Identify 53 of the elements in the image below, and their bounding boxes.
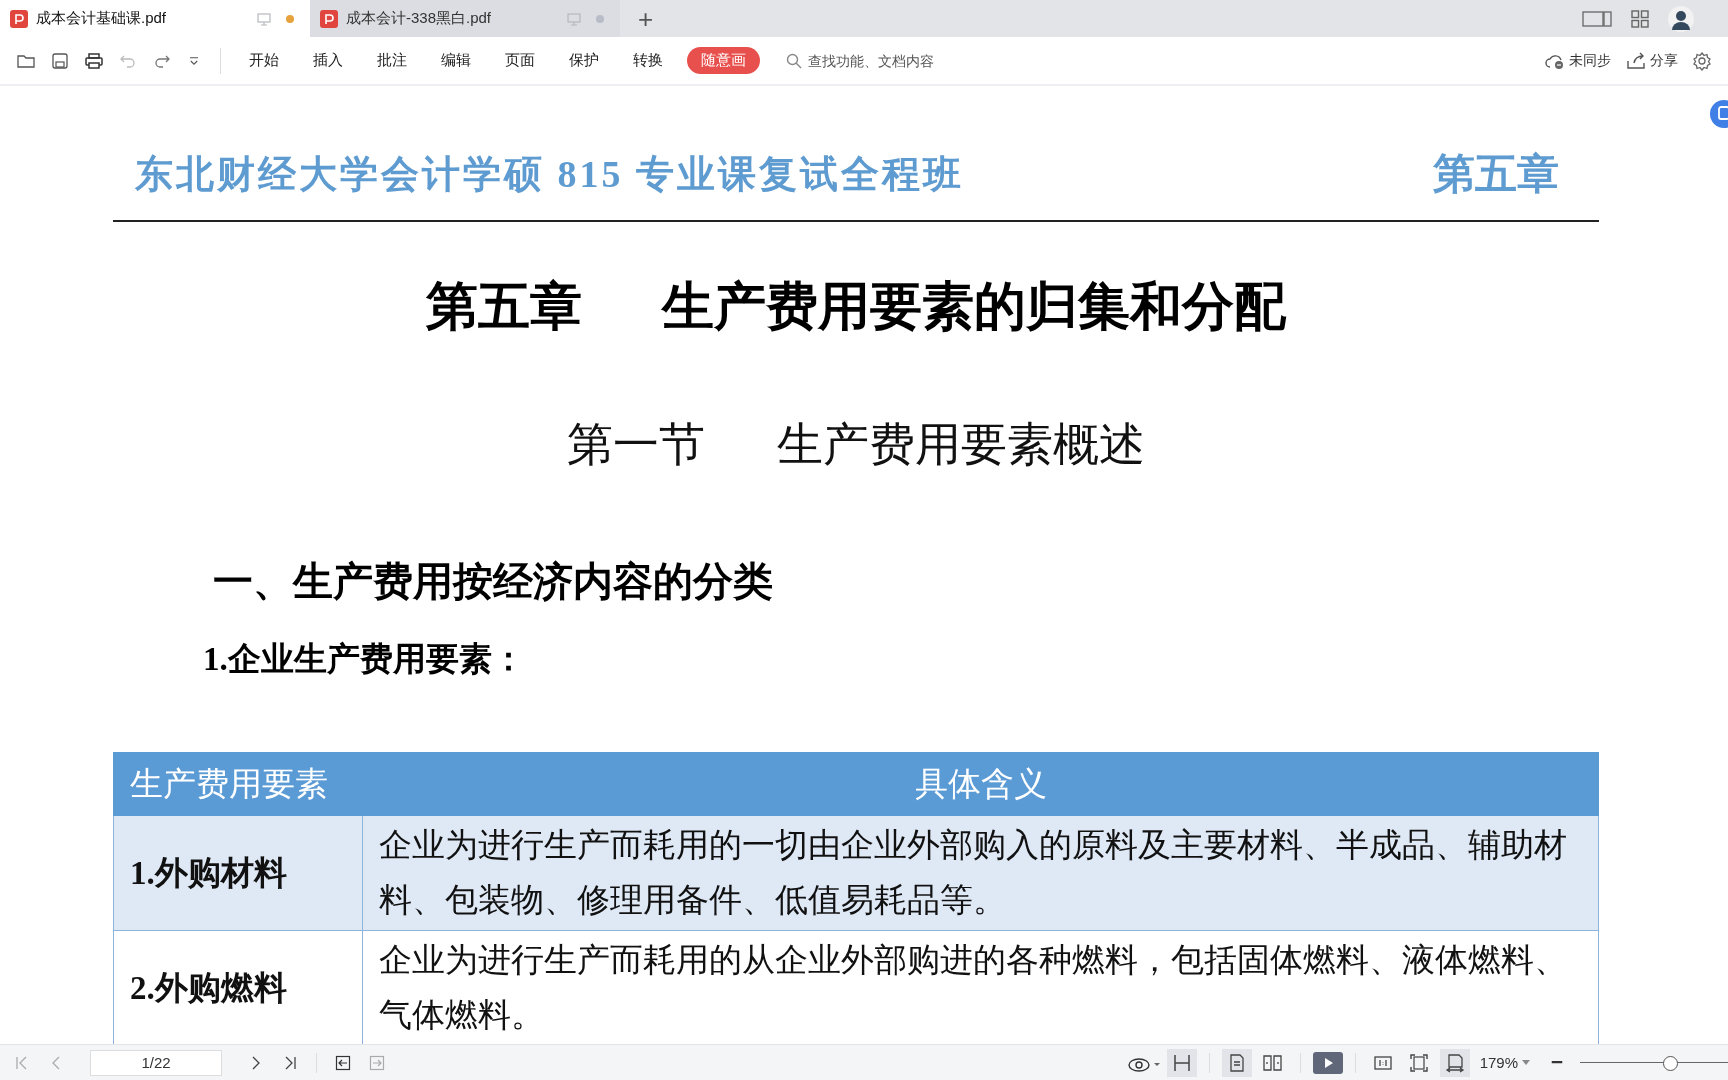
- menu-tab[interactable]: 编辑: [427, 47, 485, 74]
- fit-page-icon: [1408, 1052, 1429, 1073]
- search-field[interactable]: 查找功能、文档内容: [786, 51, 970, 70]
- zoom-dropdown[interactable]: 179%: [1475, 1054, 1534, 1071]
- zoom-slider[interactable]: [1580, 1054, 1728, 1071]
- running-header: 东北财经大学会计学硕 815 专业课复试全程班: [135, 151, 964, 197]
- heading: 一、生产费用按经济内容的分类: [213, 559, 773, 603]
- play-button-icon[interactable]: [1312, 1051, 1343, 1074]
- fit-width-icon: [1444, 1052, 1465, 1073]
- back-icon[interactable]: [335, 1054, 351, 1071]
- slider-thumb[interactable]: [1663, 1055, 1678, 1071]
- avatar-icon[interactable]: [1668, 5, 1694, 32]
- share-button[interactable]: 分享: [1621, 51, 1682, 70]
- column-header: 生产费用要素: [113, 752, 363, 816]
- save-icon[interactable]: [50, 50, 70, 71]
- document-tab[interactable]: 成本会计基础课.pdf: [0, 0, 310, 37]
- caret-icon: [1522, 1060, 1530, 1065]
- chapter-label: 第五章: [426, 276, 582, 337]
- window-layout-icon[interactable]: [1582, 8, 1612, 29]
- print-icon[interactable]: [84, 50, 104, 71]
- table-cell: 企业为进行生产而耗用的一切由企业外部购入的原料及主要材料、半成品、辅助材料、包装物、修理用备件、低值易耗品等。: [362, 815, 1599, 931]
- fit-width-button[interactable]: [1439, 1048, 1470, 1077]
- section-title: 生产费用要素概述: [777, 417, 1145, 472]
- header-chapter: 第五章: [1433, 149, 1559, 199]
- status-dot: [286, 14, 294, 23]
- continuous-scroll-icon: [1171, 1052, 1192, 1073]
- chapter-title: 生产费用要素的归集和分配: [662, 276, 1286, 337]
- zoom-out-icon[interactable]: [1550, 1061, 1564, 1064]
- subheading: 1.企业生产费用要素：: [203, 641, 525, 677]
- single-page-button[interactable]: [1221, 1048, 1252, 1077]
- page-number-field[interactable]: 1/22: [90, 1049, 222, 1076]
- menu-tab[interactable]: 转换: [619, 47, 677, 74]
- share-icon: [1625, 51, 1647, 70]
- two-page-icon: [1262, 1052, 1283, 1073]
- search-icon: [786, 52, 802, 69]
- menu-tab[interactable]: 页面: [491, 47, 549, 74]
- column-header: 具体含义: [362, 752, 1599, 816]
- document-tab[interactable]: 成本会计-338黑白.pdf: [310, 0, 620, 37]
- table-cell: 1.外购材料: [113, 815, 363, 931]
- sync-button[interactable]: 未同步: [1540, 51, 1615, 70]
- pdf-icon: [320, 9, 338, 28]
- new-tab-button[interactable]: +: [632, 5, 660, 32]
- draw-button[interactable]: 随意画: [687, 47, 760, 74]
- menu-tab[interactable]: 插入: [299, 47, 357, 74]
- grid-icon[interactable]: [1630, 8, 1650, 29]
- menu-tab[interactable]: 保护: [555, 47, 613, 74]
- section-label: 第一节: [567, 417, 705, 472]
- menu-tab[interactable]: 开始: [235, 47, 293, 74]
- continuous-scroll-button[interactable]: [1166, 1048, 1197, 1077]
- pdf-icon: [10, 9, 28, 28]
- status-dot: [596, 14, 604, 23]
- menu-tab[interactable]: 批注: [363, 47, 421, 74]
- settings-icon[interactable]: [1692, 50, 1712, 71]
